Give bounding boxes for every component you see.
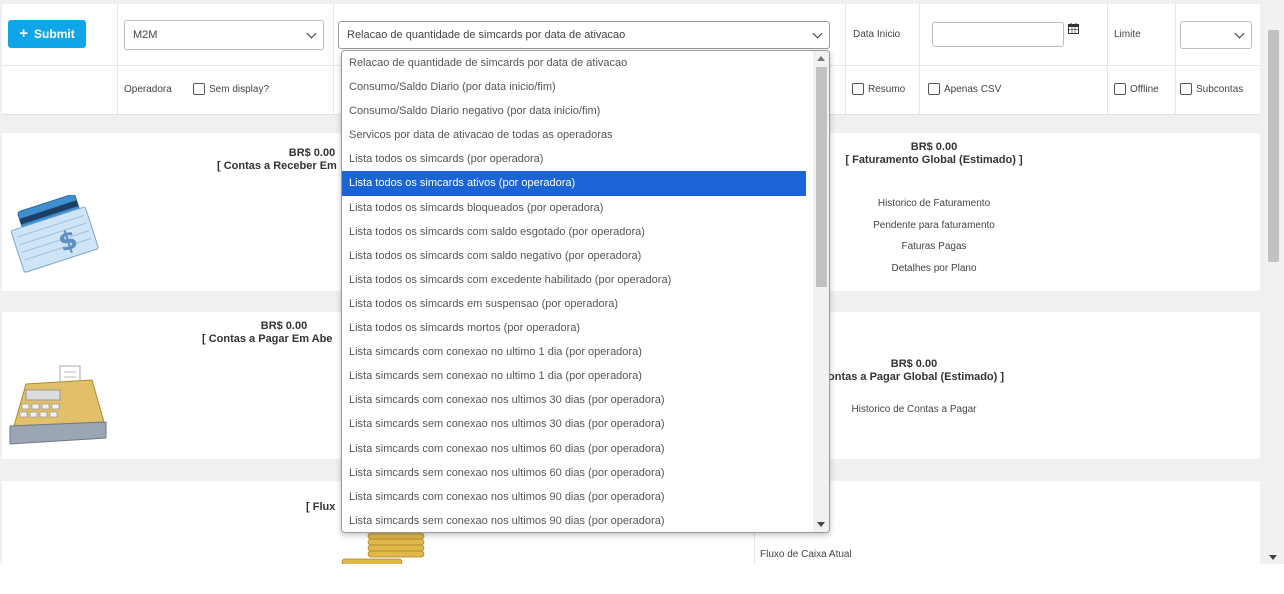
dropdown-scrollbar-thumb[interactable]	[816, 67, 827, 287]
submit-cell: + Submit	[2, 4, 118, 65]
checkbox-box[interactable]	[852, 83, 864, 95]
checkbox-box[interactable]	[1114, 83, 1126, 95]
report-option[interactable]: Lista todos os simcards ativos (por oper…	[342, 171, 806, 196]
report-option[interactable]: Lista simcards com conexao nos ultimos 9…	[342, 485, 806, 509]
paid-invoices-link[interactable]: Faturas Pagas	[834, 241, 1034, 252]
billing-title: [ Faturamento Global (Estimado) ]	[845, 154, 1023, 166]
report-option[interactable]: Lista todos os simcards com excedente ha…	[342, 268, 806, 292]
resumo-checkbox[interactable]: Resumo	[852, 83, 905, 95]
report-option[interactable]: Lista simcards com conexao nos ultimos 3…	[342, 388, 806, 412]
apenas-csv-cell: Apenas CSV	[920, 66, 1108, 114]
report-option[interactable]: Relacao de quantidade de simcards por da…	[342, 51, 806, 75]
submit-button[interactable]: + Submit	[8, 20, 86, 48]
report-option[interactable]: Lista todos os simcards com saldo esgota…	[342, 220, 806, 244]
chevron-down-icon	[812, 28, 823, 39]
operadora-cell: Operadora Sem display?	[118, 66, 334, 114]
report-option[interactable]: Lista simcards sem conexao nos ultimos 6…	[342, 461, 806, 485]
account-type-select[interactable]: M2M	[124, 20, 324, 50]
apenas-csv-label: Apenas CSV	[944, 83, 1002, 95]
report-option[interactable]: Consumo/Saldo Diario (por data inicio/fi…	[342, 75, 806, 99]
page-scrollbar[interactable]	[1266, 4, 1280, 564]
scroll-up-arrow-icon[interactable]	[817, 56, 825, 61]
payables-global-title: ontas a Pagar Global (Estimado) ]	[828, 371, 1005, 383]
account-type-value: M2M	[133, 29, 158, 41]
calendar-icon[interactable]	[1068, 23, 1079, 34]
payables-global-amount: BR$ 0.00	[890, 358, 938, 370]
report-options: Relacao de quantidade de simcards por da…	[342, 51, 829, 532]
data-inicio-label: Data Inicio	[853, 29, 901, 40]
account-type-cell: M2M	[118, 4, 334, 65]
apenas-csv-checkbox[interactable]: Apenas CSV	[928, 83, 1001, 95]
report-option[interactable]: Consumo/Saldo Diario negativo (por data …	[342, 99, 806, 123]
report-option[interactable]: Lista simcards com conexao no ultimo 1 d…	[342, 340, 806, 364]
subcontas-checkbox[interactable]: Subcontas	[1180, 83, 1243, 95]
data-inicio-cell	[920, 4, 1108, 65]
page-footer-area	[0, 564, 1284, 594]
offline-checkbox[interactable]: Offline	[1114, 83, 1159, 95]
submit-label: Submit	[34, 27, 75, 41]
subcontas-label: Subcontas	[1196, 83, 1244, 95]
plan-details-link[interactable]: Detalhes por Plano	[834, 263, 1034, 274]
report-option[interactable]: Lista todos os simcards (por operadora)	[342, 147, 806, 171]
page-scrollbar-thumb[interactable]	[1268, 30, 1279, 262]
billing-amount: BR$ 0.00	[910, 141, 958, 153]
coins-icon	[341, 532, 425, 565]
limite-select[interactable]	[1180, 21, 1252, 49]
limite-cell	[1176, 4, 1260, 65]
dropdown-scrollbar[interactable]	[813, 51, 829, 532]
limite-label: Limite	[1114, 29, 1141, 40]
billing-history-link[interactable]: Historico de Faturamento	[834, 198, 1034, 209]
plus-icon: +	[19, 25, 29, 42]
report-option[interactable]: Lista todos os simcards bloqueados (por …	[342, 196, 806, 220]
pending-billing-link[interactable]: Pendente para faturamento	[834, 220, 1034, 231]
cashflow-current-link[interactable]: Fluxo de Caixa Atual	[760, 549, 852, 560]
resumo-label: Resumo	[868, 83, 906, 95]
spacer-cell	[2, 66, 118, 114]
offline-label: Offline	[1130, 83, 1159, 95]
scroll-down-arrow-icon[interactable]	[817, 522, 825, 527]
report-option[interactable]: Servicos por data de ativacao de todas a…	[342, 123, 806, 147]
sem-display-checkbox[interactable]: Sem display?	[193, 83, 269, 95]
data-inicio-input[interactable]	[932, 22, 1064, 47]
report-dropdown-list[interactable]: Relacao de quantidade de simcards por da…	[341, 50, 830, 533]
limite-label-cell: Limite	[1108, 4, 1176, 65]
checkbox-box[interactable]	[928, 83, 940, 95]
cash-register-icon	[9, 365, 107, 445]
report-option[interactable]: Lista todos os simcards mortos (por oper…	[342, 316, 806, 340]
subcontas-cell: Subcontas	[1176, 66, 1260, 114]
checkbox-box[interactable]	[1180, 83, 1192, 95]
resumo-cell: Resumo	[846, 66, 920, 114]
chevron-down-icon	[1234, 28, 1245, 39]
report-select[interactable]: Relacao de quantidade de simcards por da…	[338, 21, 830, 49]
report-option[interactable]: Lista todos os simcards com saldo negati…	[342, 244, 806, 268]
report-option[interactable]: Lista simcards com conexao nos ultimos 6…	[342, 437, 806, 461]
report-option[interactable]: Lista simcards sem conexao no ultimo 1 d…	[342, 364, 806, 388]
payables-history-link[interactable]: Historico de Contas a Pagar	[814, 404, 1014, 415]
chevron-down-icon	[306, 28, 317, 39]
report-select-value: Relacao de quantidade de simcards por da…	[347, 29, 626, 41]
offline-cell: Offline	[1108, 66, 1176, 114]
data-inicio-label-cell: Data Inicio	[846, 4, 920, 65]
checkbox-box[interactable]	[193, 83, 205, 95]
report-option[interactable]: Lista todos os simcards em suspensao (po…	[342, 292, 806, 316]
report-option[interactable]: Lista simcards sem conexao nos ultimos 9…	[342, 509, 806, 532]
sem-display-label: Sem display?	[209, 83, 270, 95]
report-option[interactable]: Lista simcards sem conexao nos ultimos 3…	[342, 412, 806, 436]
bill-money-icon: $	[10, 195, 99, 273]
scroll-down-arrow-icon[interactable]	[1269, 555, 1277, 560]
operadora-label: Operadora	[124, 84, 172, 95]
